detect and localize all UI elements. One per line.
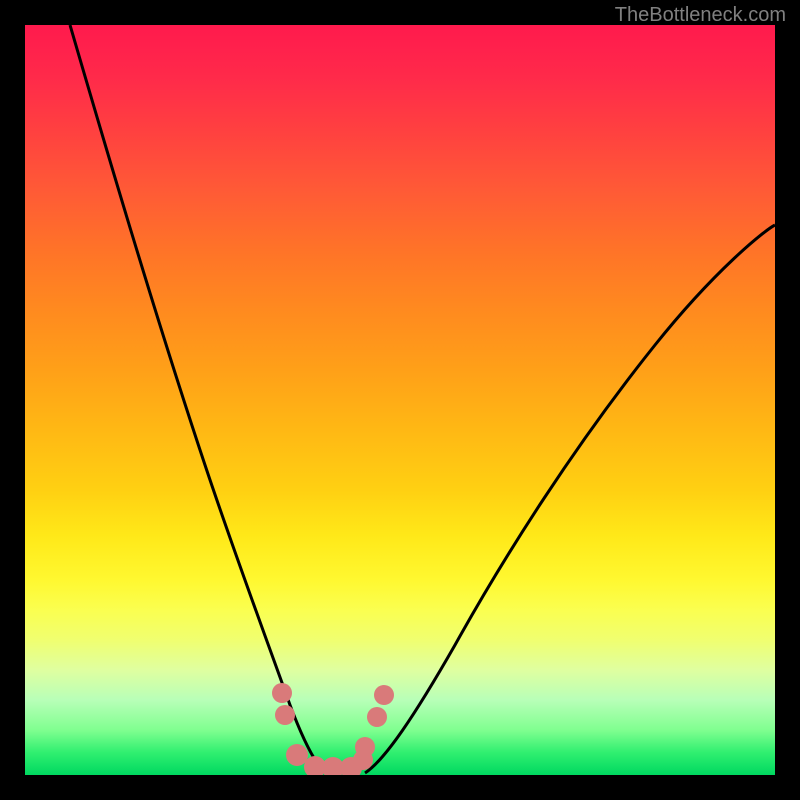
chart-frame: TheBottleneck.com (0, 0, 800, 800)
curve-right (365, 225, 775, 773)
plot-area (25, 25, 775, 775)
curve-left (70, 25, 325, 773)
watermark-text: TheBottleneck.com (615, 4, 786, 27)
bottleneck-curve-svg (25, 25, 775, 775)
optimal-range-markers (272, 683, 394, 775)
